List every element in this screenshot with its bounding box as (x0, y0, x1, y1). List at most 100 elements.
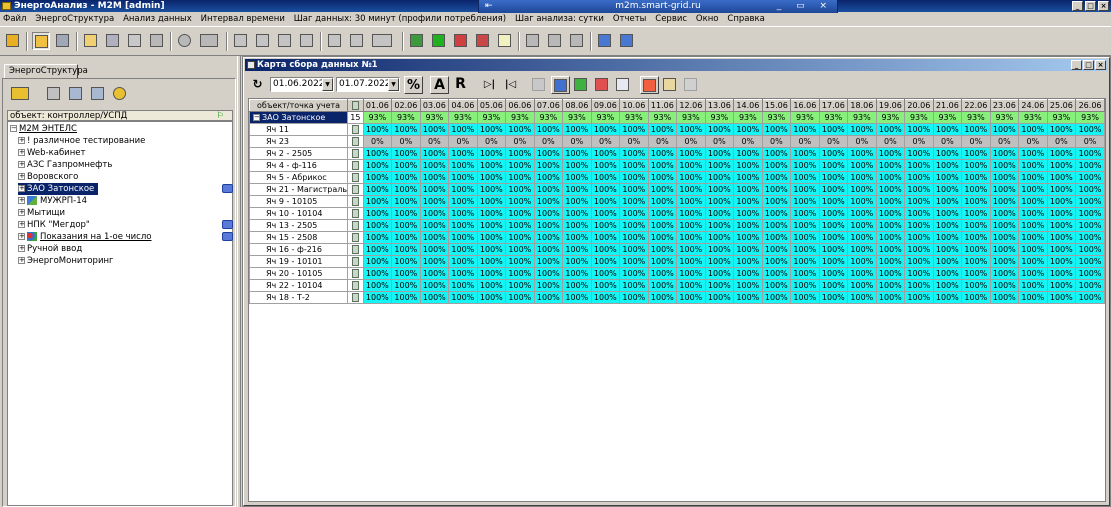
data-cell[interactable]: 100% (790, 123, 820, 136)
data-cell[interactable]: 100% (818, 183, 849, 196)
tree-item[interactable]: + МУЖРП-14 (18, 195, 87, 207)
data-cell[interactable]: 100% (761, 219, 792, 232)
data-cell[interactable]: 100% (362, 231, 393, 244)
column-header-date[interactable]: 09.06 (590, 99, 621, 112)
data-cell[interactable]: 100% (476, 231, 507, 244)
data-cell[interactable]: 100% (1075, 183, 1105, 196)
data-cell[interactable]: 100% (989, 267, 1020, 280)
data-cell[interactable]: 100% (1018, 183, 1048, 196)
data-cell[interactable]: 100% (676, 279, 706, 292)
data-cell[interactable]: 100% (989, 207, 1020, 220)
data-cell[interactable]: 100% (505, 207, 535, 220)
data-cell[interactable]: 100% (590, 291, 621, 304)
data-cell[interactable]: 100% (476, 171, 507, 184)
data-cell[interactable]: 100% (476, 291, 507, 304)
expand-icon[interactable]: + (18, 137, 25, 144)
data-cell[interactable]: 100% (932, 267, 963, 280)
data-cell[interactable]: 100% (790, 231, 820, 244)
grid-view-button[interactable] (551, 76, 570, 94)
data-cell[interactable]: 100% (590, 279, 621, 292)
data-cell[interactable]: 100% (562, 267, 592, 280)
data-cell[interactable]: 100% (448, 291, 478, 304)
data-cell[interactable]: 100% (619, 267, 649, 280)
mode-r-toggle[interactable]: R (451, 76, 470, 94)
data-cell[interactable]: 0% (989, 135, 1020, 148)
data-cell[interactable]: 100% (961, 147, 991, 160)
calendar-button[interactable] (593, 76, 612, 94)
data-cell[interactable]: 100% (932, 171, 963, 184)
data-cell[interactable]: 100% (1075, 207, 1105, 220)
row-name[interactable]: Яч 2 - 2505 (249, 147, 349, 160)
expand-icon[interactable]: + (18, 173, 25, 180)
data-cell[interactable]: 100% (619, 123, 649, 136)
data-cell[interactable]: 100% (733, 123, 763, 136)
data-cell[interactable]: 0% (619, 135, 649, 148)
data-cell[interactable]: 100% (562, 171, 592, 184)
table-row[interactable]: Яч 16 - ф-216 100% 100% 100% 100% 100% 100% 100… (249, 243, 1105, 256)
data-cell[interactable]: 100% (733, 159, 763, 172)
data-cell[interactable]: 100% (505, 183, 535, 196)
data-cell[interactable]: 100% (704, 171, 735, 184)
data-cell[interactable]: 100% (533, 207, 564, 220)
data-cell[interactable]: 100% (875, 123, 906, 136)
data-cell[interactable]: 100% (875, 231, 906, 244)
data-cell[interactable]: 100% (1075, 147, 1105, 160)
table-row[interactable]: Яч 5 - Абрикос 100% 100% 100% 100% 100% 100% 10… (249, 171, 1105, 184)
data-cell[interactable]: 100% (676, 195, 706, 208)
info-button[interactable] (530, 76, 549, 94)
data-cell[interactable]: 100% (1046, 183, 1077, 196)
data-cell[interactable]: 100% (362, 291, 393, 304)
column-header-date[interactable]: 15.06 (761, 99, 792, 112)
column-header-date[interactable]: 26.06 (1075, 99, 1105, 112)
data-cell[interactable]: 100% (676, 231, 706, 244)
data-cell[interactable]: 100% (619, 231, 649, 244)
row-name[interactable]: Яч 19 - 10101 (249, 255, 349, 268)
data-cell[interactable]: 100% (533, 147, 564, 160)
data-cell[interactable]: 0% (961, 135, 991, 148)
data-cell[interactable]: 100% (733, 267, 763, 280)
data-cell[interactable]: 0% (733, 135, 763, 148)
data-cell[interactable]: 100% (932, 219, 963, 232)
data-cell[interactable]: 100% (733, 207, 763, 220)
data-cell[interactable]: 100% (676, 243, 706, 256)
data-cell[interactable]: 93% (562, 111, 592, 124)
data-cell[interactable]: 100% (362, 267, 393, 280)
table-row[interactable]: Яч 22 - 10104 100% 100% 100% 100% 100% 100% 100… (249, 279, 1105, 292)
data-cell[interactable]: 100% (847, 183, 877, 196)
data-cell[interactable]: 100% (533, 183, 564, 196)
minimize-button[interactable]: _ (1072, 1, 1083, 11)
column-header-date[interactable]: 03.06 (419, 99, 450, 112)
data-cell[interactable]: 100% (875, 243, 906, 256)
data-cell[interactable]: 100% (362, 123, 393, 136)
note-button[interactable] (614, 76, 633, 94)
tree-item[interactable]: + Показания на 1-ое число (18, 231, 152, 243)
data-cell[interactable]: 100% (704, 147, 735, 160)
data-cell[interactable]: 100% (505, 195, 535, 208)
menu-window[interactable]: Окно (696, 14, 719, 24)
data-cell[interactable]: 100% (961, 183, 991, 196)
data-cell[interactable]: 93% (505, 111, 535, 124)
collapse-icon[interactable]: − (10, 125, 17, 132)
chart-button-3[interactable] (276, 32, 294, 50)
data-cell[interactable]: 100% (619, 159, 649, 172)
data-cell[interactable]: 100% (733, 195, 763, 208)
data-cell[interactable]: 100% (391, 183, 421, 196)
data-cell[interactable]: 100% (989, 183, 1020, 196)
table-row[interactable]: Яч 2 - 2505 100% 100% 100% 100% 100% 100% 100% 1… (249, 147, 1105, 160)
data-cell[interactable]: 100% (391, 267, 421, 280)
expand-icon[interactable]: + (18, 257, 25, 264)
data-cell[interactable]: 100% (932, 279, 963, 292)
data-cell[interactable]: 100% (619, 219, 649, 232)
data-cell[interactable]: 100% (419, 231, 450, 244)
data-cell[interactable]: 100% (676, 219, 706, 232)
chart-button-4[interactable] (298, 32, 316, 50)
data-cell[interactable]: 100% (1075, 123, 1105, 136)
data-cell[interactable]: 100% (932, 255, 963, 268)
data-cell[interactable]: 100% (419, 291, 450, 304)
column-header-date[interactable]: 19.06 (875, 99, 906, 112)
data-cell[interactable]: 100% (818, 159, 849, 172)
data-cell[interactable]: 100% (761, 291, 792, 304)
data-cell[interactable]: 100% (989, 219, 1020, 232)
data-cell[interactable]: 100% (476, 255, 507, 268)
tree-item-selected[interactable]: + ЗАО Затонское (18, 183, 99, 195)
